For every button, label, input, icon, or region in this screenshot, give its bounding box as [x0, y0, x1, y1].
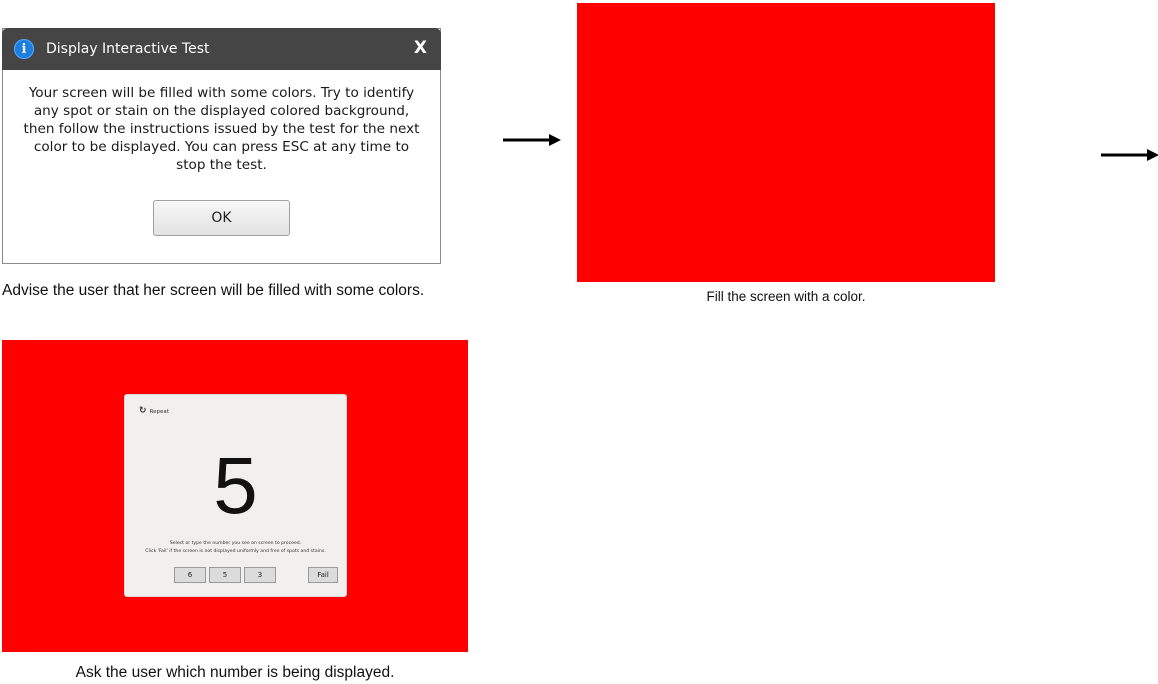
red-fill-screen	[577, 3, 995, 282]
dialog-message: Your screen will be filled with some col…	[23, 85, 420, 173]
refresh-icon: ↻	[139, 406, 147, 416]
red-test-screen: ↻ Repeat 5 Select or type the number you…	[2, 340, 468, 652]
close-button[interactable]: X	[414, 38, 427, 58]
instruction-text: Select or type the number you see on scr…	[169, 541, 302, 546]
repeat-button[interactable]: ↻ Repeat	[139, 407, 169, 416]
arrow-right-icon	[503, 134, 561, 146]
dialog-title: Display Interactive Test	[46, 41, 210, 57]
displayed-number: 5	[213, 441, 258, 530]
caption-ask: Ask the user which number is being displ…	[75, 664, 395, 681]
choice-button[interactable]: 6	[174, 567, 206, 583]
ok-button[interactable]: OK	[153, 200, 290, 236]
repeat-label: Repeat	[149, 408, 169, 415]
fail-instruction-text: Click 'Fail' if the screen is not displa…	[145, 549, 326, 554]
choice-button[interactable]: 3	[244, 567, 276, 583]
caption-fill: Fill the screen with a color.	[706, 289, 866, 304]
arrow-right-icon	[1101, 149, 1158, 161]
fail-button[interactable]: Fail	[308, 567, 338, 583]
caption-advise: Advise the user that her screen will be …	[2, 282, 425, 299]
display-test-dialog: i Display Interactive Test X Your screen…	[2, 28, 441, 264]
number-choices: 6 5 3	[174, 567, 276, 583]
choice-button[interactable]: 5	[209, 567, 241, 583]
dialog-titlebar[interactable]: i Display Interactive Test X	[2, 28, 441, 70]
number-test-card: ↻ Repeat 5 Select or type the number you…	[124, 394, 347, 597]
info-icon: i	[14, 39, 34, 59]
